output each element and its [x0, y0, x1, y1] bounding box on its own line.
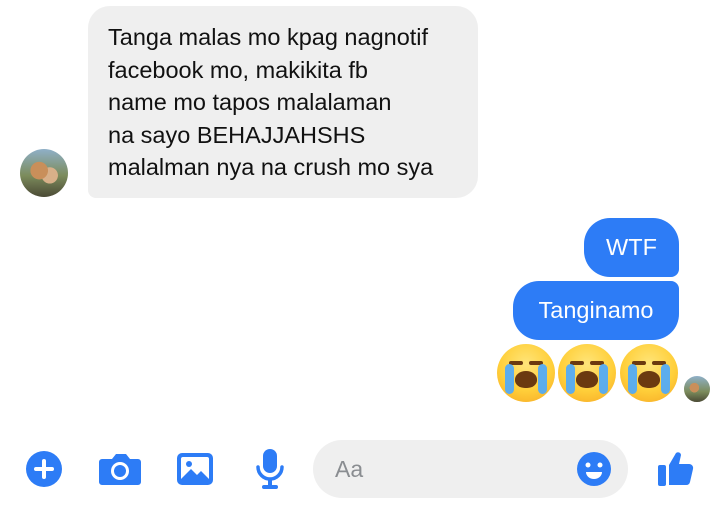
plus-button[interactable] [22, 447, 66, 491]
outgoing-message-text: Tanginamo [538, 297, 654, 323]
outgoing-message-bubble[interactable]: WTF [584, 218, 679, 277]
message-input[interactable] [333, 454, 567, 484]
plus-icon [26, 451, 62, 487]
microphone-icon [256, 449, 284, 489]
image-icon [177, 453, 213, 485]
camera-icon [99, 454, 141, 485]
outgoing-message-text: WTF [606, 234, 657, 260]
contact-avatar[interactable] [20, 149, 68, 197]
camera-button[interactable] [98, 447, 142, 491]
gallery-button[interactable] [173, 447, 217, 491]
crying-emoji-icon[interactable] [620, 344, 678, 402]
thumbs-up-icon [658, 452, 694, 486]
emoji-button[interactable] [572, 447, 616, 491]
outgoing-message-bubble[interactable]: Tanginamo [513, 281, 679, 340]
like-button[interactable] [654, 446, 698, 490]
crying-emoji-icon[interactable] [558, 344, 616, 402]
incoming-message-bubble[interactable]: Tanga malas mo kpag nagnotif facebook mo… [88, 6, 478, 198]
voice-button[interactable] [248, 447, 292, 491]
emoji-icon [577, 452, 611, 486]
read-receipt-avatar [683, 375, 711, 403]
crying-emoji-icon[interactable] [497, 344, 555, 402]
